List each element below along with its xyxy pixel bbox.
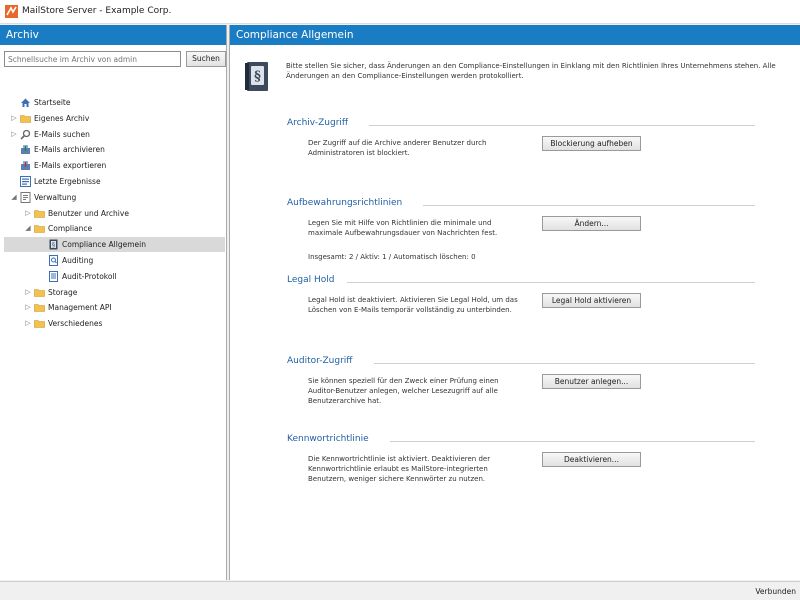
compliance-pane: Compliance Allgemein § Bitte stellen Sie…: [229, 25, 800, 580]
expand-arrow-icon[interactable]: ▷: [24, 206, 32, 221]
expand-arrow-icon[interactable]: ▷: [24, 316, 32, 331]
archive-pane: Archiv Suchen Startseite▷Eigenes Archiv▷…: [0, 25, 227, 580]
home-icon: [20, 97, 31, 108]
button-legal-hold-aktivieren[interactable]: Legal Hold aktivieren: [542, 293, 641, 308]
tree-item-audit-protokoll[interactable]: Audit-Protokoll: [0, 269, 226, 284]
folder-icon: [34, 287, 45, 298]
expand-arrow-icon[interactable]: ▷: [10, 111, 18, 126]
export-icon: [20, 160, 31, 171]
section-text-legal-hold: Legal Hold ist deaktiviert. Aktivieren S…: [308, 296, 518, 314]
compliance-intro-text: Bitte stellen Sie sicher, dass Änderunge…: [286, 62, 776, 80]
tree-item-e-mails-archivieren[interactable]: E-Mails archivieren: [0, 142, 226, 157]
law-book-icon: §: [48, 239, 59, 250]
folder-icon: [34, 208, 45, 219]
quick-search: Suchen: [4, 51, 226, 67]
folder-icon: [34, 223, 45, 234]
tree-item-label: Benutzer und Archive: [48, 208, 129, 218]
tree-item-auditing[interactable]: Auditing: [0, 253, 226, 268]
tree-item-label: Letzte Ergebnisse: [34, 177, 101, 186]
section-divider: [347, 282, 755, 283]
tree-item-e-mails-exportieren[interactable]: E-Mails exportieren: [0, 158, 226, 173]
collapse-arrow-icon[interactable]: ◢: [10, 190, 18, 205]
tree-item-eigenes-archiv[interactable]: ▷ Eigenes Archiv: [0, 111, 226, 126]
tree-item-label: Compliance: [48, 224, 93, 234]
section-divider: [374, 363, 755, 364]
section-title-aufbewahrungsrichtlinien: Aufbewahrungsrichtlinien: [287, 198, 403, 208]
tree-item-e-mails-suchen[interactable]: ▷ E-Mails suchen: [0, 127, 226, 142]
tree-item-startseite[interactable]: Startseite: [0, 95, 226, 110]
tree-item-label: Startseite: [34, 98, 71, 107]
button-ändern[interactable]: Ändern...: [542, 216, 641, 231]
button-deaktivieren[interactable]: Deaktivieren...: [542, 452, 641, 467]
audit-icon: [48, 255, 59, 266]
section-title-archiv-zugriff: Archiv-Zugriff: [287, 118, 349, 128]
search-icon: [20, 129, 31, 140]
folder-icon: [20, 113, 31, 124]
archive-icon: [20, 144, 31, 155]
tree-item-management-api[interactable]: ▷ Management API: [0, 300, 226, 315]
folder-icon: [34, 302, 45, 313]
collapse-arrow-icon[interactable]: ◢: [24, 221, 32, 236]
button-blockierung-aufheben[interactable]: Blockierung aufheben: [542, 136, 641, 151]
svg-text:§: §: [52, 242, 55, 249]
archive-pane-header: Archiv: [0, 25, 226, 45]
law-book-icon: §: [245, 62, 268, 91]
results-icon: [20, 176, 31, 187]
folder-icon: [34, 318, 45, 329]
tree-item-label: E-Mails archivieren: [34, 145, 105, 155]
section-summary-aufbewahrungsrichtlinien: Insgesamt: 2 / Aktiv: 1 / Automatisch lö…: [308, 253, 476, 261]
search-button[interactable]: Suchen: [186, 51, 226, 67]
section-text-aufbewahrungsrichtlinien: Legen Sie mit Hilfe von Richtlinien die …: [308, 219, 498, 237]
tree-item-label: Storage: [48, 287, 78, 297]
tree-item-label: E-Mails exportieren: [34, 161, 107, 171]
tree-item-verschiedenes[interactable]: ▷ Verschiedenes: [0, 316, 226, 331]
tree-item-label: Verschiedenes: [48, 319, 103, 329]
section-title-auditor-zugriff: Auditor-Zugriff: [287, 356, 353, 366]
section-divider: [368, 125, 755, 126]
expand-arrow-icon[interactable]: ▷: [10, 127, 18, 142]
section-text-kennwortrichtlinie: Die Kennwortrichtlinie ist aktiviert. De…: [308, 455, 491, 483]
tree-item-label: Eigenes Archiv: [34, 113, 90, 123]
section-title-kennwortrichtlinie: Kennwortrichtlinie: [287, 434, 369, 444]
tree-item-benutzer-und-archive[interactable]: ▷ Benutzer und Archive: [0, 206, 226, 221]
title-bar: MailStore Server - Example Corp.: [0, 0, 800, 24]
expand-arrow-icon[interactable]: ▷: [24, 285, 32, 300]
management-icon: [20, 191, 31, 203]
tree-item-verwaltung[interactable]: ◢ Verwaltung: [0, 190, 226, 205]
expand-arrow-icon[interactable]: ▷: [24, 300, 32, 315]
tree-item-label: Compliance Allgemein: [62, 240, 146, 250]
tree-item-label: Management API: [48, 303, 112, 313]
tree-item-label: Auditing: [62, 256, 94, 265]
section-divider: [390, 441, 755, 442]
button-benutzer-anlegen[interactable]: Benutzer anlegen...: [542, 374, 641, 389]
compliance-pane-header: Compliance Allgemein: [230, 25, 800, 45]
tree-item-label: Audit-Protokoll: [62, 271, 117, 281]
section-divider: [422, 205, 755, 206]
audit-log-icon: [48, 270, 59, 282]
svg-text:§: §: [254, 69, 261, 84]
section-text-archiv-zugriff: Der Zugriff auf die Archive anderer Benu…: [308, 139, 487, 157]
tree-item-compliance-allgemein[interactable]: § Compliance Allgemein: [4, 237, 225, 253]
connection-status: Verbunden: [755, 587, 796, 596]
mailstore-logo-icon: [5, 5, 18, 18]
quick-search-input[interactable]: [4, 51, 181, 67]
tree-item-compliance[interactable]: ◢ Compliance: [0, 221, 226, 236]
status-bar: Verbunden: [0, 581, 800, 600]
tree-item-storage[interactable]: ▷ Storage: [0, 285, 226, 300]
section-title-legal-hold: Legal Hold: [287, 275, 335, 285]
section-text-auditor-zugriff: Sie können speziell für den Zweck einer …: [308, 377, 499, 405]
window-title: MailStore Server - Example Corp.: [22, 6, 172, 16]
tree-item-label: Verwaltung: [34, 192, 77, 202]
tree-item-label: E-Mails suchen: [34, 129, 90, 139]
tree-item-letzte-ergebnisse[interactable]: Letzte Ergebnisse: [0, 174, 226, 189]
